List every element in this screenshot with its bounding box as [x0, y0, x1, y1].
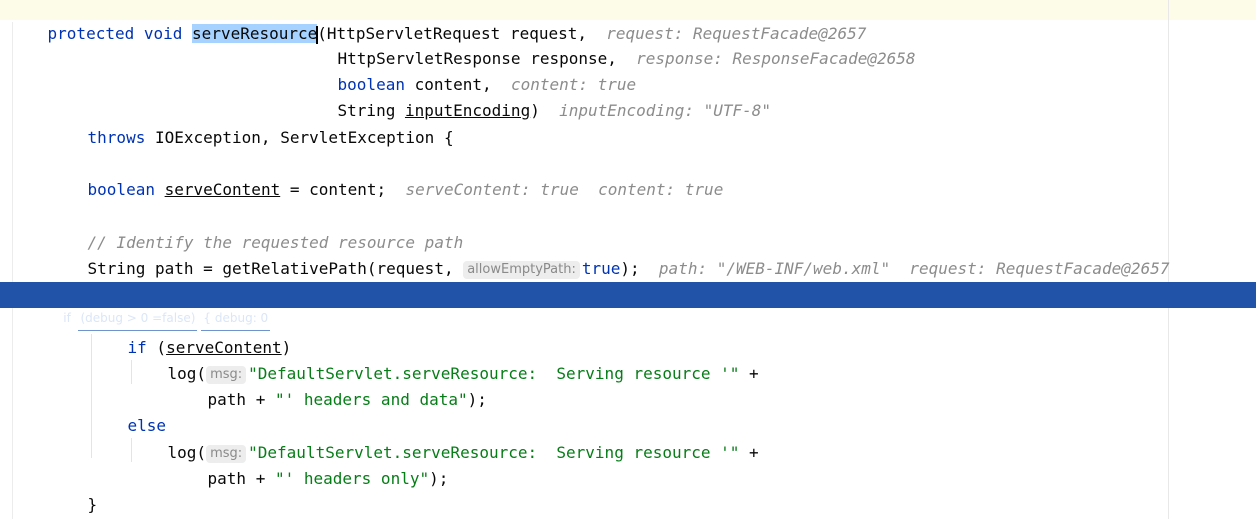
code-line-param-encoding[interactable]: String inputEncoding) inputEncoding: "UT… — [299, 72, 772, 120]
keyword: boolean — [87, 180, 155, 199]
execution-point-highlight-margin — [1168, 282, 1256, 308]
code-line-serve-content[interactable]: boolean serveContent = content; serveCon… — [49, 151, 724, 199]
code-line-relative-path[interactable]: String path = getRelativePath(request, a… — [49, 230, 1169, 279]
code-line-log-continuation[interactable]: path + "' headers only"); — [169, 440, 449, 488]
code-text: ); — [429, 469, 449, 488]
code-text: + — [739, 443, 759, 462]
inline-debug-value[interactable]: serveContent: true — [405, 180, 578, 199]
code-line-comment[interactable]: // Identify the requested resource path — [49, 204, 464, 252]
code-line-execution-point[interactable]: if (debug > 0 =false){ debug: 0 — [48, 282, 271, 331]
keyword: true — [581, 259, 621, 278]
code-text: path + — [207, 390, 275, 409]
code-text: = content; — [280, 180, 387, 199]
keyword: throws — [87, 128, 146, 147]
code-line-log-continuation[interactable]: path + "' headers and data"); — [169, 361, 487, 409]
code-line-log-call[interactable]: log(msg: "DefaultServlet.serveResource: S… — [129, 335, 759, 384]
code-line-throws[interactable]: throws IOException, ServletException { — [49, 99, 454, 147]
code-line-closing-brace[interactable]: } — [49, 466, 98, 514]
string-literal: "' headers only" — [274, 469, 430, 488]
code-text: + — [739, 364, 759, 383]
code-editor[interactable]: protected void serveResource(HttpServlet… — [0, 0, 1256, 519]
variable-name: serveContent — [164, 180, 281, 199]
inline-debug-value[interactable]: response: ResponseFacade@2658 — [636, 49, 915, 68]
code-text: path + — [207, 469, 275, 488]
code-text: IOException, ServletException { — [145, 128, 454, 147]
code-text: ); — [467, 390, 487, 409]
code-line-if-serve-content[interactable]: if (serveContent) — [89, 309, 292, 357]
keyword: void — [143, 24, 183, 43]
parameter-name-hint: allowEmptyPath: — [463, 261, 580, 279]
string-literal: "' headers and data" — [274, 390, 468, 409]
code-line-param-content[interactable]: boolean content, content: true — [299, 46, 637, 94]
code-text: ); — [620, 259, 640, 278]
inline-debug-value[interactable]: inputEncoding: "UTF-8" — [559, 101, 771, 120]
code-text: String path = getRelativePath(request, — [87, 259, 454, 278]
code-text: } — [87, 495, 98, 514]
code-line-param-response[interactable]: HttpServletResponse response, response: … — [299, 20, 916, 68]
code-keyword-if: if — [63, 311, 71, 325]
inline-debug-value[interactable]: content: true — [598, 180, 723, 199]
keyword: protected — [47, 24, 135, 43]
code-line-log-call[interactable]: log(msg: "DefaultServlet.serveResource: S… — [129, 414, 759, 463]
inline-debug-value[interactable]: path: "/WEB-INF/web.xml" — [659, 259, 890, 278]
gutter-divider — [12, 22, 13, 519]
code-text: ) — [530, 101, 540, 120]
code-line-else[interactable]: else — [89, 387, 167, 435]
inline-debug-value[interactable]: request: RequestFacade@2657 — [909, 259, 1169, 278]
code-line-method-signature[interactable]: protected void serveResource(HttpServlet… — [9, 0, 866, 44]
